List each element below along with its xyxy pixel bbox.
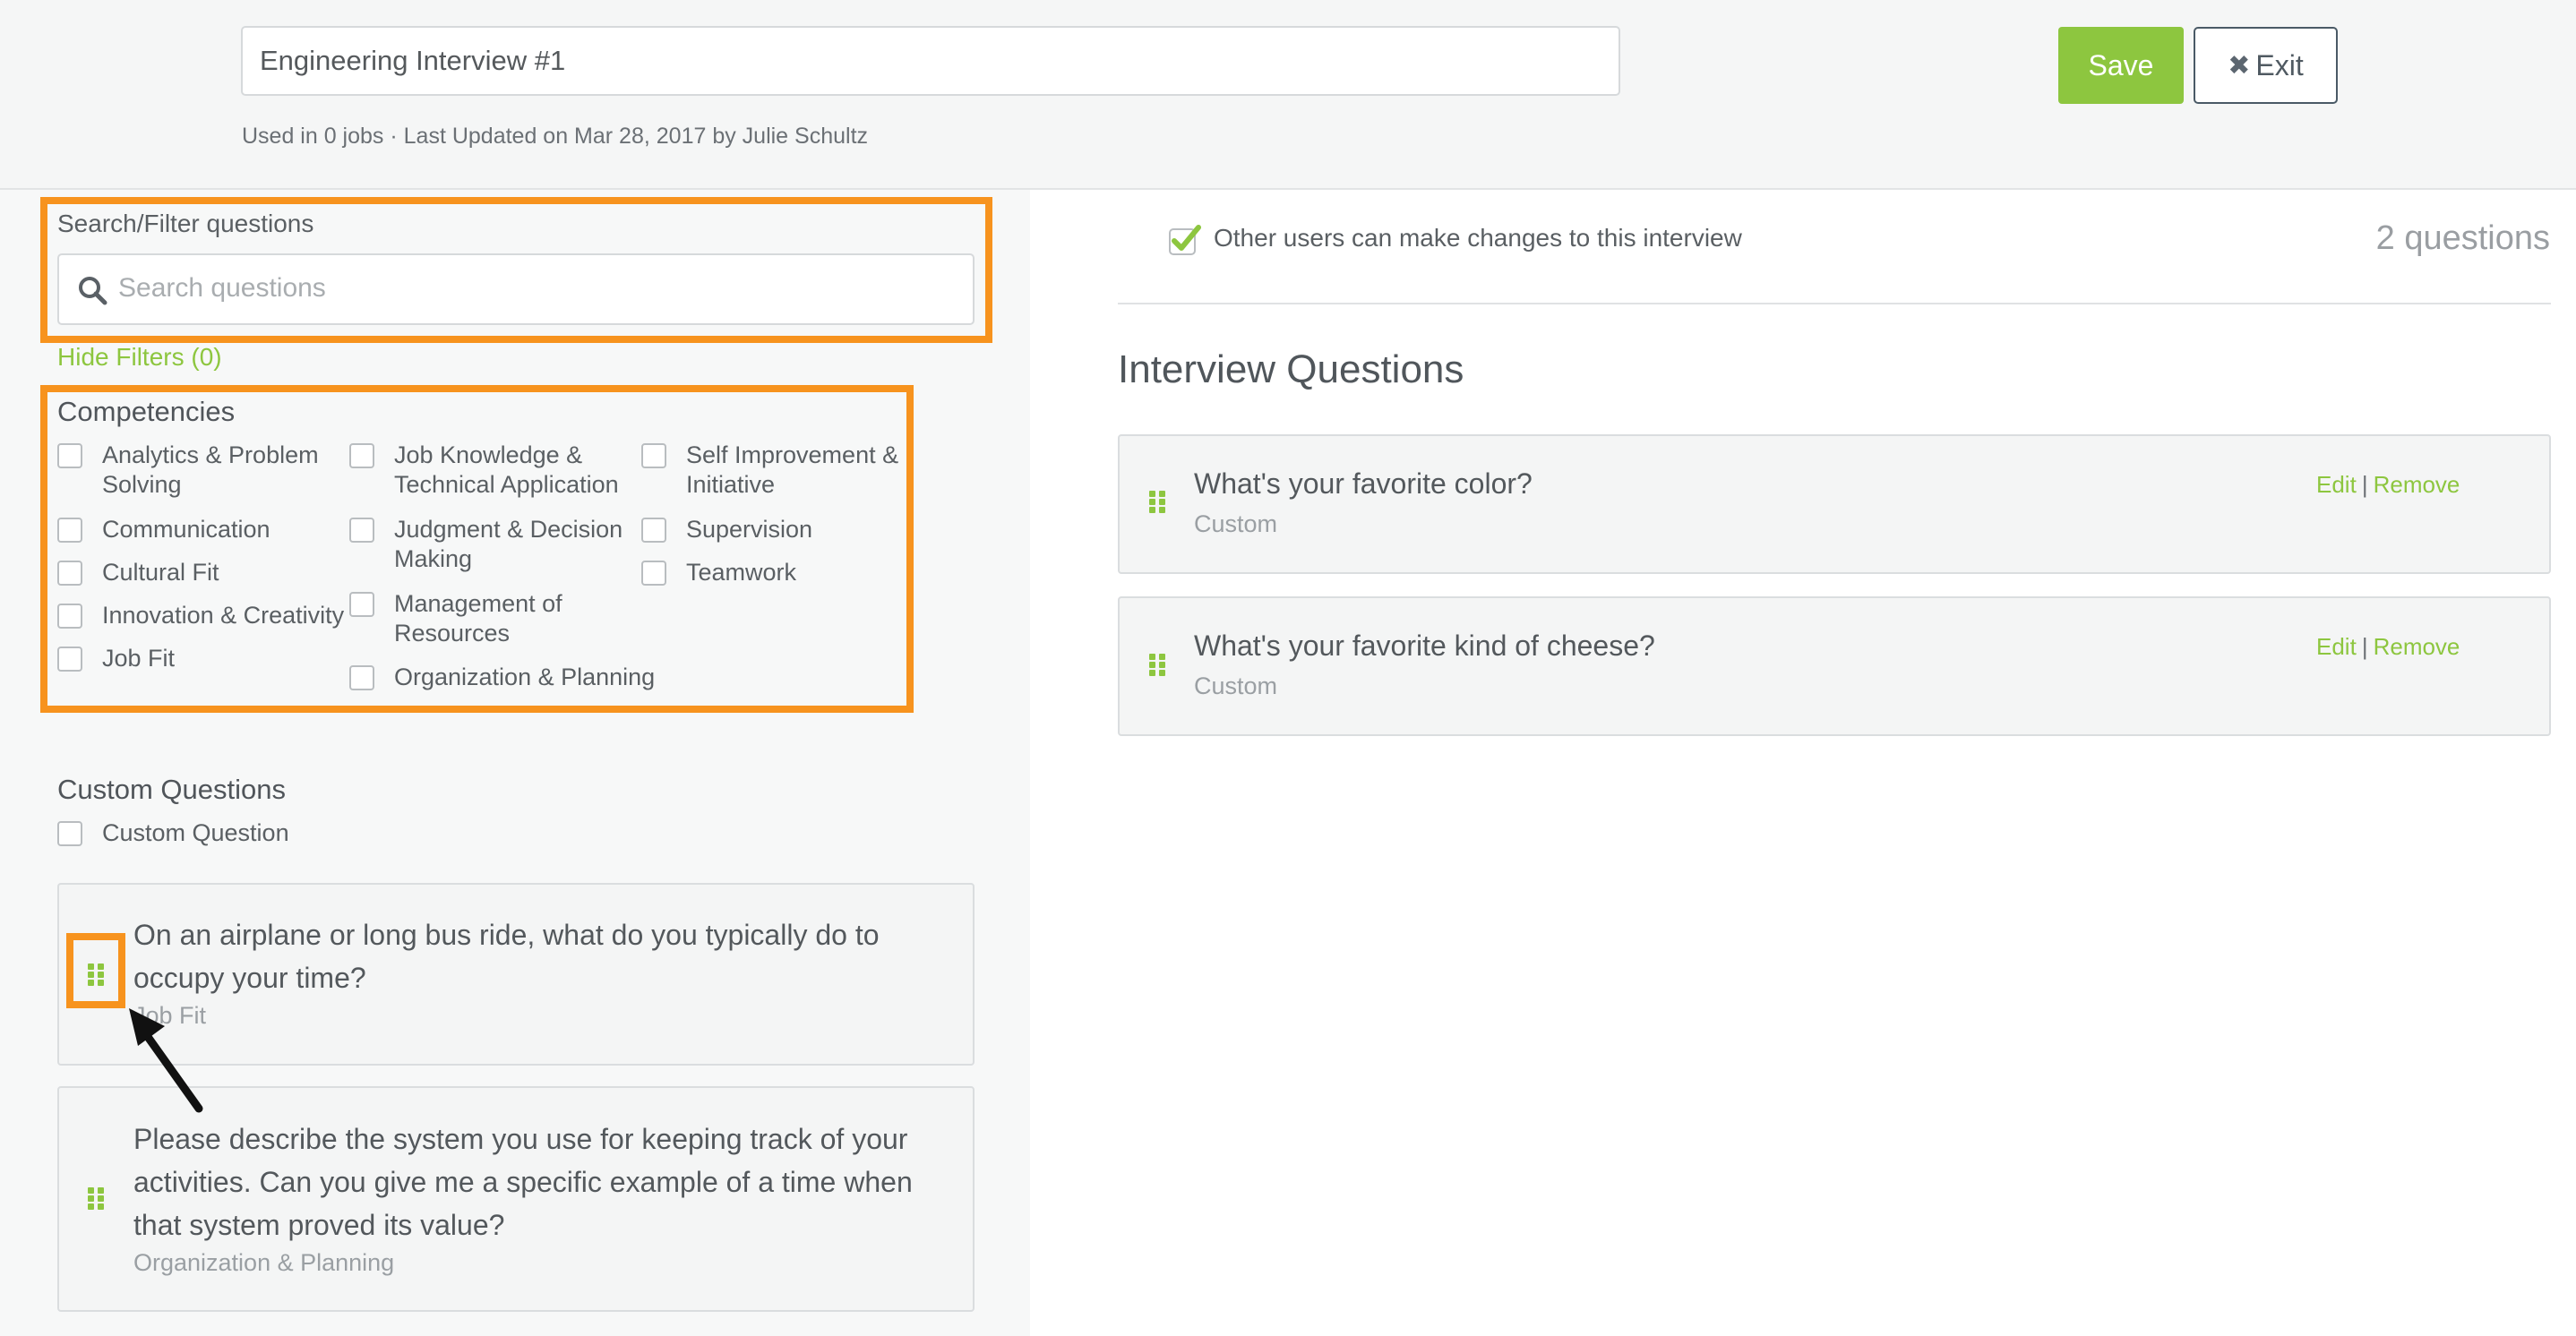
drag-handle-icon[interactable] xyxy=(1149,654,1165,676)
exit-label: Exit xyxy=(2255,48,2304,81)
interview-question-text: What's your favorite kind of cheese? xyxy=(1194,629,1655,662)
divider xyxy=(1118,303,2551,304)
competencies-highlight xyxy=(40,385,914,713)
edit-link[interactable]: Edit xyxy=(2316,633,2357,660)
exit-button[interactable]: ✖ Exit xyxy=(2194,27,2338,104)
hide-filters-link[interactable]: Hide Filters (0) xyxy=(57,343,222,372)
checkbox[interactable] xyxy=(57,821,82,846)
remove-link[interactable]: Remove xyxy=(2374,633,2460,660)
edit-permission-label: Other users can make changes to this int… xyxy=(1214,224,1742,252)
interview-meta: Used in 0 jobs · Last Updated on Mar 28,… xyxy=(242,124,869,149)
custom-question-label: Custom Question xyxy=(102,819,289,846)
drag-handle-highlight xyxy=(66,933,125,1008)
custom-questions-title: Custom Questions xyxy=(57,774,286,805)
bank-question-text: On an airplane or long bus ride, what do… xyxy=(133,919,880,994)
edit-link[interactable]: Edit xyxy=(2316,471,2357,498)
custom-question-filter[interactable]: Custom Question xyxy=(57,818,416,848)
interview-question-category: Custom xyxy=(1194,672,1278,699)
remove-link[interactable]: Remove xyxy=(2374,471,2460,498)
interview-question-card[interactable] xyxy=(1118,434,2551,574)
drag-handle-icon[interactable] xyxy=(88,1187,104,1210)
question-count: 2 questions xyxy=(2375,219,2550,257)
question-actions: Edit | Remove xyxy=(2316,471,2460,499)
interview-questions-title: Interview Questions xyxy=(1118,347,1464,391)
separator: | xyxy=(2361,471,2368,498)
separator: | xyxy=(2361,633,2368,660)
close-x-icon: ✖ xyxy=(2228,50,2251,81)
save-button[interactable]: Save xyxy=(2058,27,2184,104)
checkbox-checked-icon[interactable] xyxy=(1169,224,1201,256)
drag-handle-icon[interactable] xyxy=(1149,491,1165,513)
interview-question-category: Custom xyxy=(1194,510,1278,537)
interview-title-input[interactable]: Engineering Interview #1 xyxy=(241,26,1620,96)
question-actions: Edit | Remove xyxy=(2316,633,2460,661)
bank-question-text: Please describe the system you use for k… xyxy=(133,1123,913,1241)
interview-question-card[interactable] xyxy=(1118,596,2551,736)
search-highlight xyxy=(40,197,992,343)
bank-question-category: Organization & Planning xyxy=(133,1249,395,1276)
pointer-arrow-icon xyxy=(129,1008,203,1113)
interview-question-text: What's your favorite color? xyxy=(1194,467,1533,500)
